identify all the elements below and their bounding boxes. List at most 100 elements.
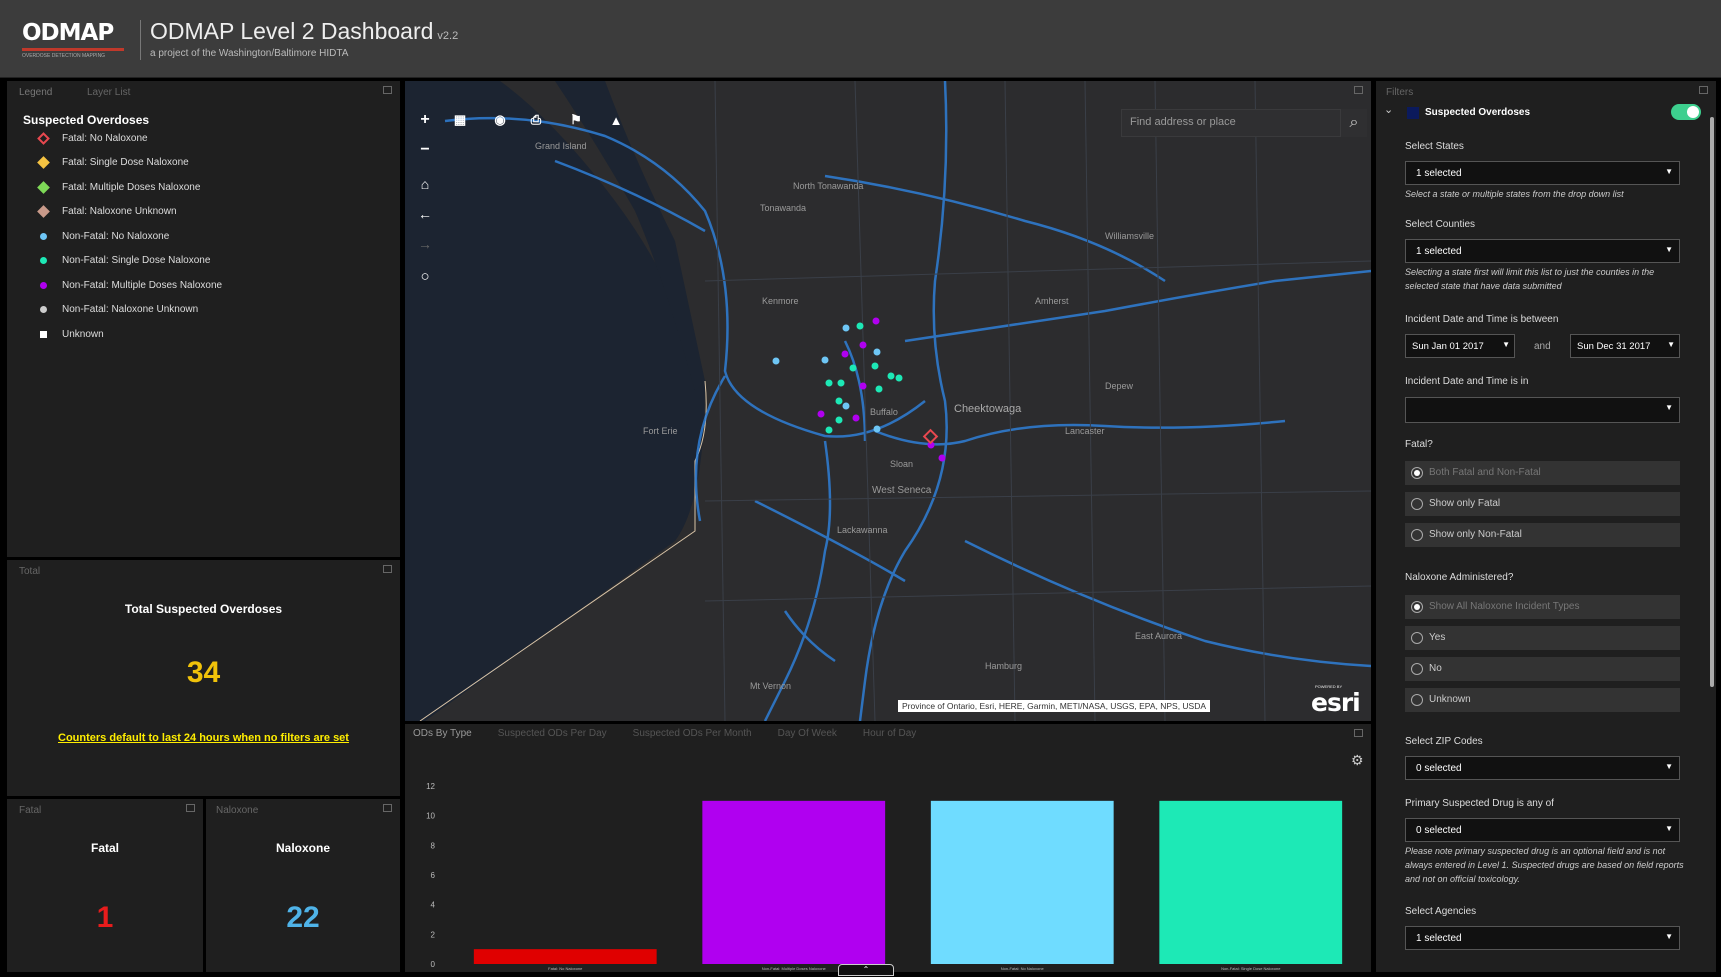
gear-icon[interactable]: ⚙: [1351, 752, 1364, 769]
caret-down-icon: ▼: [1502, 340, 1510, 349]
zoom-in-button[interactable]: +: [412, 107, 438, 133]
filters-scrollbar[interactable]: [1710, 117, 1714, 687]
maximize-icon[interactable]: [1354, 86, 1363, 94]
maximize-icon[interactable]: [186, 804, 195, 812]
chevron-down-icon[interactable]: ⌄: [1384, 103, 1393, 116]
tab-layer-list[interactable]: Layer List: [87, 87, 130, 98]
naloxone-panel: Naloxone Naloxone 22: [206, 799, 400, 972]
local-roads: [704, 81, 1371, 721]
drug-help: Please note primary suspected drug is an…: [1405, 846, 1684, 884]
print-icon[interactable]: ⎙: [523, 107, 549, 133]
map-label-sloan: Sloan: [890, 459, 914, 469]
end-date-input[interactable]: Sun Dec 31 2017 ▼: [1570, 334, 1680, 358]
date-and-label: and: [1534, 341, 1551, 352]
legend-item: Unknown: [32, 325, 104, 343]
y-tick-label: 2: [431, 930, 436, 939]
legend-item-label: Non-Fatal: Single Dose Naloxone: [62, 255, 211, 266]
map-label-north-tonawanda: North Tonawanda: [793, 181, 864, 191]
select-states-value: 1 selected: [1416, 168, 1462, 179]
total-label: Total Suspected Overdoses: [124, 602, 283, 616]
layer-visibility-icon[interactable]: ◉: [487, 107, 513, 133]
tab-legend[interactable]: Legend: [19, 87, 52, 98]
map-label-amherst: Amherst: [1035, 296, 1069, 306]
collapse-chevron-icon[interactable]: ⌃: [838, 964, 894, 976]
chart-tab[interactable]: Suspected ODs Per Day: [498, 728, 607, 739]
y-tick-label: 12: [426, 782, 435, 791]
maximize-icon[interactable]: [383, 804, 392, 812]
chart-tab[interactable]: Hour of Day: [863, 728, 916, 739]
chart-bar[interactable]: [930, 800, 1114, 964]
tab-naloxone: Naloxone: [216, 805, 259, 816]
radio-show-only-fatal[interactable]: Show only Fatal: [1405, 492, 1680, 516]
map-label-east-aurora: East Aurora: [1135, 631, 1183, 641]
chart-tab[interactable]: Day Of Week: [778, 728, 837, 739]
zoom-out-button[interactable]: −: [412, 137, 438, 163]
chart-tabs: ODs By Type Suspected ODs Per Day Suspecte…: [413, 728, 916, 739]
map-label-grand-island: Grand Island: [535, 141, 587, 151]
diamond-symbol-icon: [32, 180, 54, 194]
y-tick-label: 6: [431, 871, 436, 880]
date-in-label: Incident Date and Time is in: [1405, 376, 1529, 387]
lake-erie: [405, 81, 705, 721]
filter-layer-name: Suspected Overdoses: [1425, 107, 1531, 118]
radio-all-naloxone-types[interactable]: Show All Naloxone Incident Types: [1405, 595, 1680, 619]
back-extent-button[interactable]: ←: [412, 201, 438, 227]
map-view[interactable]: North Tonawanda Tonawanda Buffalo Cheekt…: [405, 81, 1371, 721]
chart-tab[interactable]: ODs By Type: [413, 728, 472, 739]
map-label-fort-erie: Fort Erie: [643, 426, 678, 436]
legend-item: Non-Fatal: Naloxone Unknown: [32, 301, 198, 319]
date-in-dropdown[interactable]: ▼: [1405, 397, 1680, 423]
maximize-icon[interactable]: [383, 86, 392, 94]
home-button[interactable]: ⌂: [412, 171, 438, 197]
legend-item: Fatal: No Naloxone: [32, 129, 148, 147]
legend-panel: Legend Layer List Suspected Overdoses Fa…: [7, 81, 400, 557]
logo-subtext: OVERDOSE DETECTION MAPPING APPLICATION P…: [22, 53, 106, 59]
y-tick-label: 10: [426, 812, 435, 821]
search-icon[interactable]: ⌕: [1341, 109, 1367, 137]
logo-bar: [22, 48, 124, 51]
zip-dropdown[interactable]: 0 selected ▼: [1405, 756, 1680, 780]
radio-naloxone-yes[interactable]: Yes: [1405, 626, 1680, 650]
maximize-icon[interactable]: [1699, 86, 1708, 94]
measure-icon[interactable]: ⚑: [563, 107, 589, 133]
chart-bar[interactable]: [702, 800, 886, 964]
layer-toggle[interactable]: [1671, 104, 1701, 120]
chart-bar[interactable]: [473, 949, 657, 964]
radio-both-fatal-nonfatal[interactable]: Both Fatal and Non-Fatal: [1405, 461, 1680, 485]
y-tick-label: 0: [431, 960, 436, 969]
total-count: 34: [186, 656, 221, 689]
bookmark-icon[interactable]: ▲: [603, 107, 629, 133]
radio-naloxone-no[interactable]: No: [1405, 657, 1680, 681]
map-label-hamburg: Hamburg: [985, 661, 1023, 671]
diamond-symbol-icon: [32, 205, 54, 218]
drug-dropdown[interactable]: 0 selected ▼: [1405, 818, 1680, 842]
esri-logo: esri: [1311, 688, 1361, 717]
legend-heading: Suspected Overdoses: [23, 113, 150, 127]
square-symbol-icon: [32, 330, 54, 338]
caret-down-icon: ▼: [1665, 762, 1673, 771]
basemap-gallery-icon[interactable]: ▦: [447, 107, 473, 133]
tab-total: Total: [19, 566, 41, 577]
x-category-label: Fatal: No Naloxone: [548, 966, 583, 971]
map-search-input[interactable]: Find address or place: [1121, 109, 1341, 137]
circle-symbol-icon: [32, 232, 54, 240]
radio-naloxone-unknown[interactable]: Unknown: [1405, 688, 1680, 712]
select-counties-help: Selecting a state first will limit this …: [1405, 267, 1655, 291]
filters-panel: Filters ⌄ Suspected Overdoses Select Sta…: [1376, 81, 1716, 972]
chart-tab[interactable]: Suspected ODs Per Month: [633, 728, 752, 739]
app-title: ODMAP Level 2 Dashboard v2.2: [150, 18, 458, 45]
start-date-input[interactable]: Sun Jan 01 2017 ▼: [1405, 334, 1515, 358]
legend-item-label: Fatal: Naloxone Unknown: [62, 206, 177, 217]
chart-bar[interactable]: [1159, 800, 1343, 964]
forward-extent-button[interactable]: →: [412, 231, 438, 257]
caret-down-icon: ▼: [1665, 824, 1673, 833]
date-between-label: Incident Date and Time is between: [1405, 314, 1559, 325]
caret-down-icon: ▼: [1665, 932, 1673, 941]
select-states-dropdown[interactable]: 1 selected ▼: [1405, 161, 1680, 185]
locate-button[interactable]: ○: [412, 263, 438, 289]
agencies-dropdown[interactable]: 1 selected ▼: [1405, 926, 1680, 950]
maximize-icon[interactable]: [1354, 729, 1363, 737]
maximize-icon[interactable]: [383, 565, 392, 573]
radio-show-only-nonfatal[interactable]: Show only Non-Fatal: [1405, 523, 1680, 547]
select-counties-dropdown[interactable]: 1 selected ▼: [1405, 239, 1680, 263]
